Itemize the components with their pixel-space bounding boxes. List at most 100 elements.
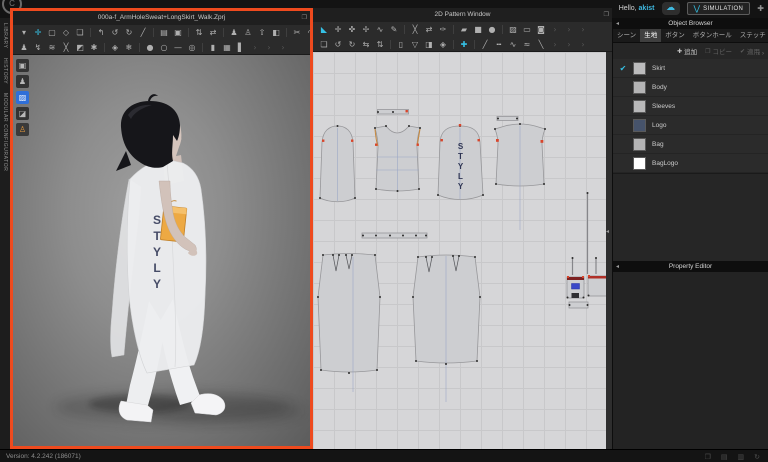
steam-icon[interactable]: ◈ [108, 41, 122, 55]
rectangle-pattern-icon[interactable]: ■ [471, 23, 485, 37]
measure-line-icon[interactable]: — [171, 41, 185, 55]
tab-scene[interactable]: シーン [613, 29, 640, 42]
simulation-button[interactable]: ⋁ SIMULATION [686, 2, 751, 15]
texture-roll-icon[interactable]: ▦ [220, 41, 234, 55]
pattern-bag-base[interactable] [568, 301, 589, 309]
edit-texture-icon[interactable]: ✚ [457, 38, 471, 52]
rotate-cw-icon[interactable]: ↻ [122, 26, 136, 40]
pattern-bag-back[interactable] [587, 275, 609, 297]
toolbar-divider[interactable] [104, 43, 105, 52]
fabric-row-logo[interactable]: Logo [613, 116, 768, 135]
avatar-fit-icon[interactable]: ♙ [241, 26, 255, 40]
object-browser-header[interactable]: ◂ Object Browser [613, 18, 768, 29]
toolbar-divider[interactable] [223, 28, 224, 37]
toolbar-divider[interactable] [188, 28, 189, 37]
overflow-arrow[interactable]: › [576, 38, 590, 52]
seam-allowance-icon[interactable]: ✑ [436, 23, 450, 37]
rotate-ccw-icon[interactable]: ↺ [108, 26, 122, 40]
move-tool-icon[interactable]: ✛ [31, 26, 45, 40]
viewport-3d[interactable]: STYLY ▣ ♟ ▨ ◪ ♙ [13, 55, 310, 446]
overflow-arrow[interactable]: › [262, 41, 276, 55]
add-fabric-button[interactable]: ✚ 追加 [677, 46, 697, 57]
solid-dot-icon[interactable]: ● [143, 41, 157, 55]
avatar-walk-icon[interactable]: ♟ [17, 41, 31, 55]
freeze-icon[interactable]: ❄ [122, 41, 136, 55]
panel-view-icon[interactable]: ▥ [738, 453, 745, 461]
toolbar-divider[interactable] [139, 43, 140, 52]
tab-stitch[interactable]: ステッチ [736, 29, 768, 42]
gizmo-dropdown-icon[interactable]: ▾ [17, 26, 31, 40]
edit-point-icon[interactable]: ✜ [345, 23, 359, 37]
overflow-arrow[interactable]: › [548, 38, 562, 52]
ellipse-pattern-icon[interactable]: ● [485, 23, 499, 37]
overflow-arrow[interactable]: › [276, 41, 290, 55]
rotate-left-icon[interactable]: ↺ [331, 38, 345, 52]
edit-pattern-icon[interactable]: ✛ [331, 23, 345, 37]
toolbar-divider[interactable] [202, 43, 203, 52]
toolbar-divider[interactable] [90, 28, 91, 37]
toolbar-divider[interactable] [390, 40, 391, 49]
toolbar-divider[interactable] [474, 40, 475, 49]
dart-icon[interactable]: ▨ [506, 23, 520, 37]
pattern-canvas[interactable]: STYLY STYLY ◂ [313, 52, 612, 449]
undock-icon[interactable]: ❐ [302, 11, 307, 25]
toolbar-divider[interactable] [404, 25, 405, 34]
duplicate-icon[interactable]: ❏ [73, 26, 87, 40]
show-garment-icon[interactable]: ▣ [171, 26, 185, 40]
fabric-row-baglogo[interactable]: BagLogo [613, 154, 768, 173]
library-tab[interactable]: LIBRARY [2, 23, 8, 49]
rotate-right-icon[interactable]: ↻ [345, 38, 359, 52]
pen-2d-icon[interactable]: ✎ [387, 23, 401, 37]
tab-scroll-right-icon[interactable]: › [762, 51, 764, 57]
toolbar-divider[interactable] [502, 25, 503, 34]
reset-arrangement-icon[interactable]: ↰ [94, 26, 108, 40]
pin-icon[interactable]: ⇧ [255, 26, 269, 40]
copy-fabric-button[interactable]: ❐ コピー [705, 46, 732, 57]
overflow-arrow[interactable]: › [562, 38, 576, 52]
fabric-row-skirt[interactable]: ✔ Skirt [613, 59, 768, 78]
history-tab[interactable]: HISTORY [2, 58, 8, 84]
pose-reset-icon[interactable]: ╳ [59, 41, 73, 55]
collapse-handle-icon[interactable]: ◂ [606, 228, 609, 235]
toolbar-divider[interactable] [453, 25, 454, 34]
grading-icon[interactable]: ◈ [436, 38, 450, 52]
property-editor-header[interactable]: ◂ Property Editor [613, 261, 768, 272]
window-3d-titlebar[interactable]: 000a-f_ArmHoleSweat+LongSkirt_Walk.Zprj … [13, 11, 310, 25]
window-2d-titlebar[interactable]: 2D Pattern Window ❐ [313, 8, 612, 22]
edit-curve-icon[interactable]: ∿ [373, 23, 387, 37]
avatar-show-icon[interactable]: ♟ [227, 26, 241, 40]
polygon-pattern-icon[interactable]: ▰ [457, 23, 471, 37]
flip-horizontal-icon[interactable]: ⇆ [359, 38, 373, 52]
username-link[interactable]: akist [639, 5, 655, 12]
hollow-dot-icon[interactable]: ○ [157, 41, 171, 55]
fabric-row-body[interactable]: Body [613, 78, 768, 97]
detach-sewing-icon[interactable]: ╲ [534, 38, 548, 52]
overflow-arrow[interactable]: › [248, 41, 262, 55]
sync-2d3d-icon[interactable]: ⇄ [206, 26, 220, 40]
add-point-icon[interactable]: ✢ [359, 23, 373, 37]
render-style-toggle[interactable]: ▨ [16, 91, 29, 104]
stiffen-icon[interactable]: ✱ [87, 41, 101, 55]
trace-icon[interactable]: ╳ [408, 23, 422, 37]
flip-vertical-icon[interactable]: ⇅ [373, 38, 387, 52]
layout-windows-icon[interactable]: ❐ [705, 453, 711, 461]
free-sewing-icon[interactable]: ╍ [492, 38, 506, 52]
pattern-skirt-back[interactable] [412, 254, 481, 364]
overflow-arrow[interactable]: › [562, 23, 576, 37]
layer-icon[interactable]: ◨ [422, 38, 436, 52]
fabric-row-bag[interactable]: Bag [613, 135, 768, 154]
fabric-roll-icon[interactable]: ▌ [234, 41, 248, 55]
toolbar-divider[interactable] [453, 40, 454, 49]
fabric-fold-icon[interactable]: ◩ [73, 41, 87, 55]
pattern-band-back[interactable] [496, 116, 519, 121]
base-rectangle-icon[interactable]: ▭ [520, 23, 534, 37]
pen-3d-icon[interactable]: ╱ [136, 26, 150, 40]
pattern-skirt-front[interactable] [317, 253, 381, 373]
spool-icon[interactable]: ▮ [206, 41, 220, 55]
apply-fabric-button[interactable]: ✔ 適用 [740, 46, 760, 57]
polygon-select-icon[interactable]: ◇ [59, 26, 73, 40]
cloud-sync-button[interactable]: ☁ [661, 2, 680, 15]
base-ellipse-icon[interactable]: ◙ [534, 23, 548, 37]
target-icon[interactable]: ◎ [185, 41, 199, 55]
segment-sewing-icon[interactable]: ╱ [478, 38, 492, 52]
